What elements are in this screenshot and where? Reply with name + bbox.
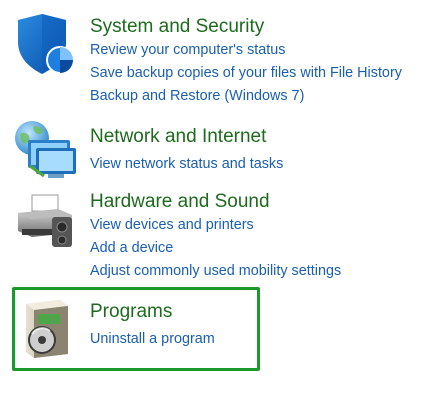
printer-icon[interactable] [14,189,76,251]
programs-disc-icon[interactable] [20,298,72,360]
category-title[interactable]: Network and Internet [90,125,266,149]
category-title[interactable]: System and Security [90,15,264,39]
link-file-history[interactable]: Save backup copies of your files with Fi… [90,63,402,83]
link-backup-restore[interactable]: Backup and Restore (Windows 7) [90,86,304,106]
control-panel-categories: System and Security Review your computer… [0,0,443,405]
link-review-status[interactable]: Review your computer's status [90,40,286,60]
category-title[interactable]: Hardware and Sound [90,190,270,214]
category-hardware-sound: Hardware and Sound View devices and prin… [0,185,443,285]
category-network-internet: Network and Internet View network status… [0,115,443,185]
category-title[interactable]: Programs [90,300,172,324]
category-system-security: System and Security Review your computer… [0,0,443,115]
category-programs: Programs Uninstall a program [0,290,443,365]
link-add-device[interactable]: Add a device [90,238,173,258]
link-uninstall-program[interactable]: Uninstall a program [90,329,215,349]
link-mobility-settings[interactable]: Adjust commonly used mobility settings [90,261,341,281]
link-network-status[interactable]: View network status and tasks [90,154,283,174]
shield-icon[interactable] [14,14,76,76]
network-globe-icon[interactable] [14,120,76,182]
link-devices-printers[interactable]: View devices and printers [90,215,254,235]
